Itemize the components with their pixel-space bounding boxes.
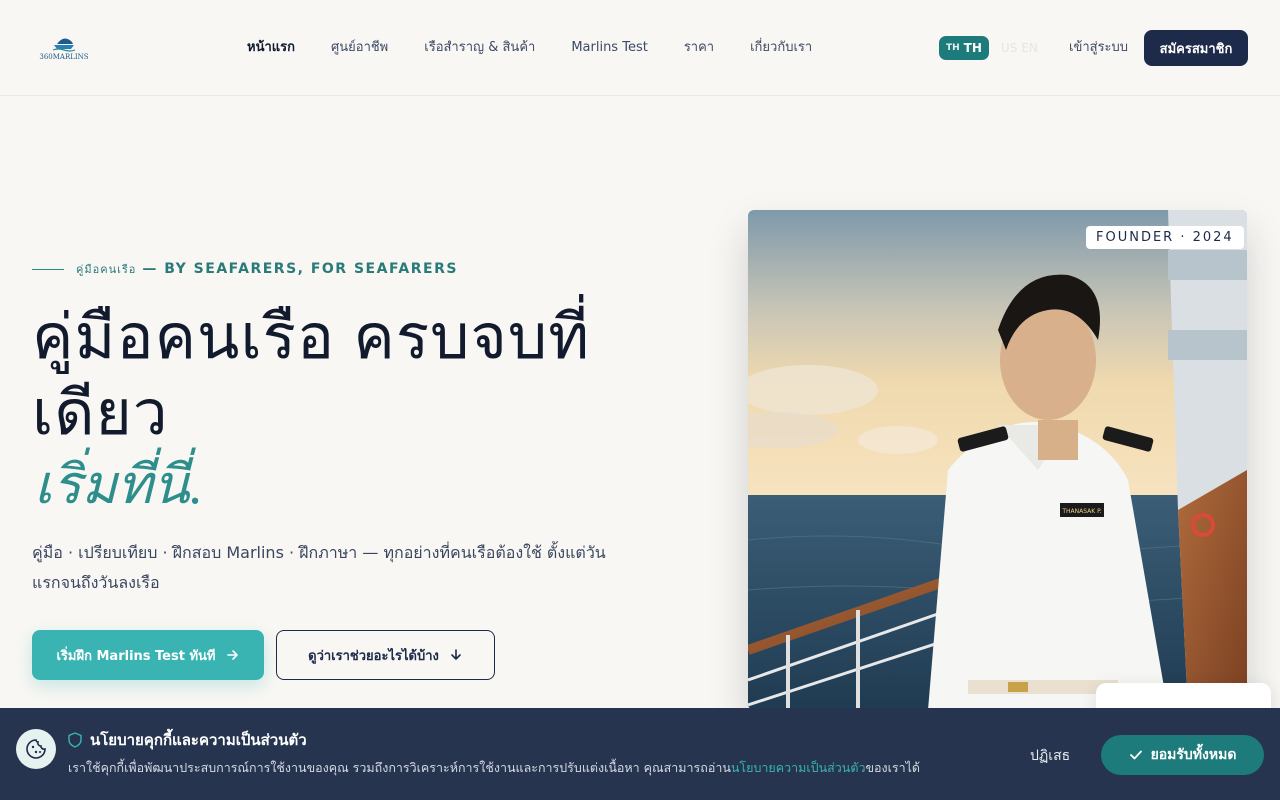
shield-icon	[68, 732, 82, 748]
cookie-title-row: นโยบายคุกกี้และความเป็นส่วนตัว	[68, 729, 307, 751]
cookie-accept-label: ยอมรับทั้งหมด	[1150, 747, 1237, 763]
founder-badge: FOUNDER · 2024	[1086, 226, 1244, 249]
brand-logo[interactable]: 360MARLINS	[38, 32, 90, 64]
cookie-title: นโยบายคุกกี้และความเป็นส่วนตัว	[90, 731, 307, 749]
eyebrow-tagline: — BY SEAFARERS, FOR SEAFARERS	[142, 261, 458, 277]
hero-accent-text: เริ่มที่นี่.	[34, 455, 204, 515]
lang-th-label: TH	[963, 41, 982, 55]
cookie-icon	[16, 729, 56, 769]
us-flag-icon: US	[1000, 41, 1018, 55]
lang-en-label: EN	[1021, 41, 1038, 55]
see-features-button[interactable]: ดูว่าเราช่วยอะไรได้บ้าง	[276, 630, 495, 680]
eyebrow-small-text: คู่มือคนเรือ	[76, 263, 137, 276]
nav-item-home[interactable]: หน้าแรก	[247, 38, 295, 58]
cookie-description: เราใช้คุกกี้เพื่อพัฒนาประสบการณ์การใช้งา…	[68, 758, 920, 778]
start-marlins-test-button[interactable]: เริ่มฝึก Marlins Test ทันที	[32, 630, 264, 680]
ship-logo-icon	[52, 38, 76, 52]
hero-title: คู่มือคนเรือ ครบจบที่เดียว	[32, 303, 591, 448]
uniform-nameplate-text: THANASAK P.	[1061, 508, 1101, 515]
th-flag-icon: TH	[946, 43, 960, 53]
cta-primary-label: เริ่มฝึก Marlins Test ทันที	[56, 648, 216, 664]
nav-item-cruise-cargo[interactable]: เรือสำราญ & สินค้า	[424, 38, 535, 58]
nav-item-pricing[interactable]: ราคา	[684, 38, 714, 58]
hero-description: คู่มือ · เปรียบเทียบ · ฝึกสอบ Marlins · …	[32, 543, 606, 592]
nav-item-marlins-test[interactable]: Marlins Test	[571, 38, 648, 58]
nav-item-career-center[interactable]: ศูนย์อาชีพ	[331, 38, 388, 58]
eyebrow-divider	[32, 268, 64, 270]
lang-th-button[interactable]: TH TH	[939, 36, 989, 60]
lang-en-button[interactable]: US EN	[995, 41, 1044, 55]
main-nav: หน้าแรก ศูนย์อาชีพ เรือสำราญ & สินค้า Ma…	[247, 38, 848, 58]
check-icon	[1129, 750, 1142, 760]
site-header: 360MARLINS หน้าแรก ศูนย์อาชีพ เรือสำราญ …	[0, 0, 1280, 96]
cta-secondary-label: ดูว่าเราช่วยอะไรได้บ้าง	[308, 648, 439, 664]
logo-text: 360MARLINS	[39, 53, 89, 61]
cookie-accept-all-button[interactable]: ยอมรับทั้งหมด	[1101, 735, 1264, 775]
cookie-text-after: ของเราได้	[865, 760, 921, 775]
privacy-policy-link[interactable]: นโยบายความเป็นส่วนตัว	[731, 760, 866, 775]
language-switcher: TH TH US EN	[939, 36, 1044, 60]
hero-eyebrow: คู่มือคนเรือ — BY SEAFARERS, FOR SEAFARE…	[32, 258, 458, 280]
signup-button[interactable]: สมัครสมาชิก	[1144, 30, 1248, 66]
login-link[interactable]: เข้าสู่ระบบ	[1069, 38, 1128, 58]
cookie-consent-bar	[0, 708, 1280, 800]
cookie-text-before: เราใช้คุกกี้เพื่อพัฒนาประสบการณ์การใช้งา…	[68, 760, 731, 775]
arrow-down-icon	[451, 649, 461, 660]
cookie-decline-button[interactable]: ปฏิเสธ	[1030, 745, 1070, 767]
founder-photo: THANASAK P.	[748, 210, 1247, 710]
arrow-right-icon	[226, 650, 238, 660]
nav-item-about[interactable]: เกี่ยวกับเรา	[750, 38, 812, 58]
